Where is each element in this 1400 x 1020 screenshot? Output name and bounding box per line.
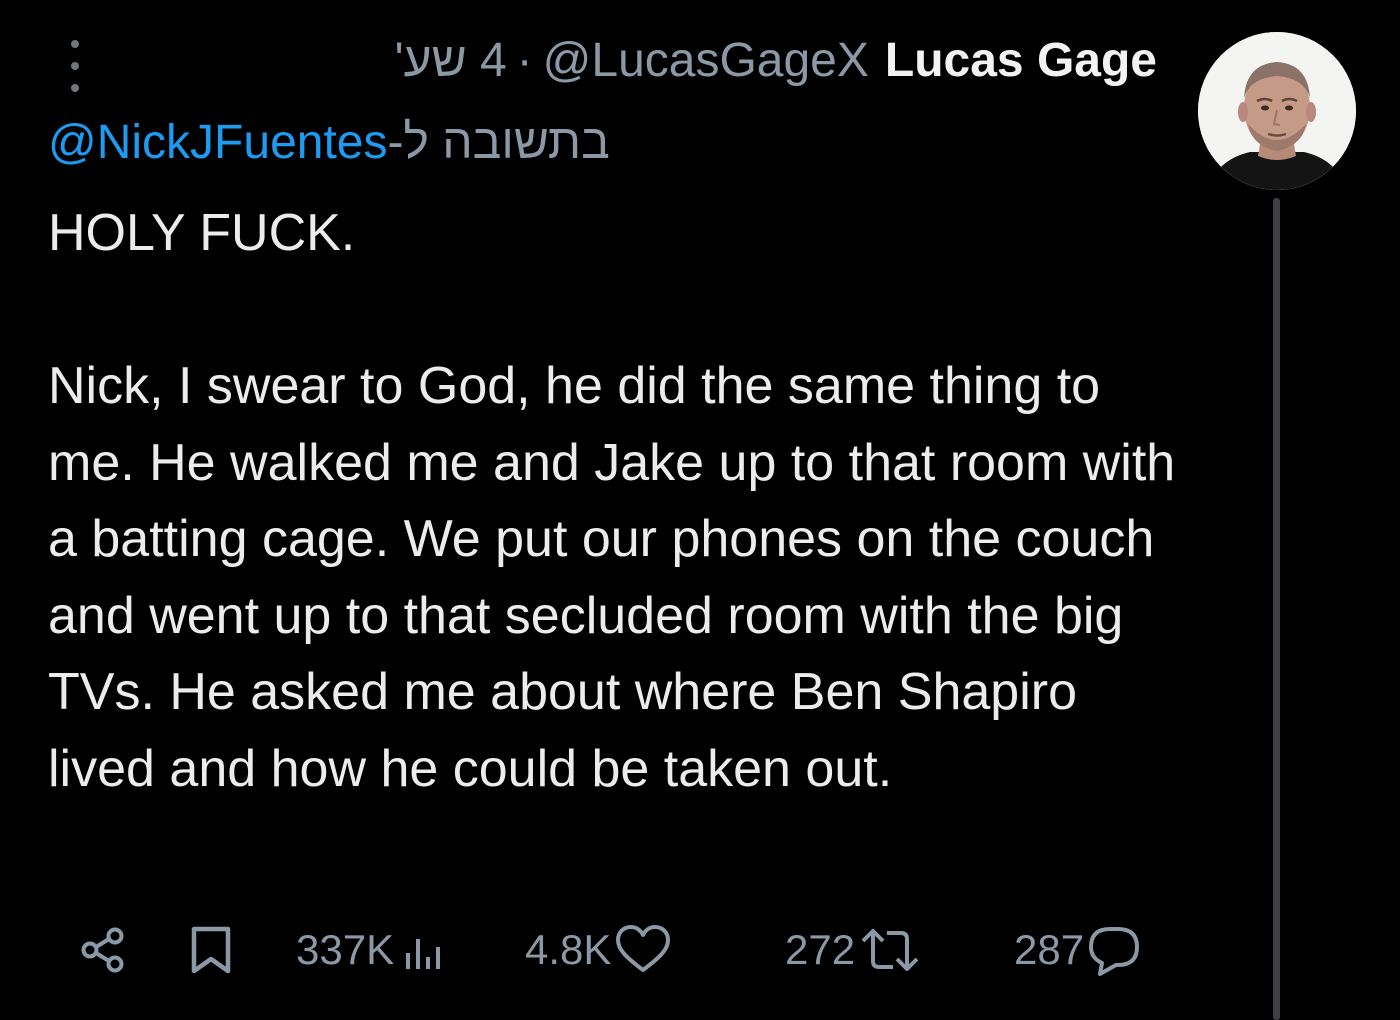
share-button[interactable] <box>76 920 130 980</box>
tweet-paragraph: Nick, I swear to God, he did the same th… <box>48 357 1190 798</box>
replies-count: 287 <box>1014 926 1085 973</box>
share-icon <box>81 927 124 973</box>
bookmark-button[interactable] <box>184 920 238 980</box>
repost-button[interactable]: 272 <box>785 920 923 980</box>
repost-icon <box>861 929 919 971</box>
author-handle[interactable]: @LucasGageX <box>543 33 869 88</box>
thread-connector-line <box>1273 198 1280 1020</box>
likes-count: 4.8K <box>525 926 612 973</box>
reply-bubble-icon <box>1089 927 1140 976</box>
bookmark-icon <box>191 926 231 974</box>
more-vertical-icon-dot <box>71 84 79 92</box>
views-button[interactable]: 337K <box>296 920 450 980</box>
replying-to: @NickJFuentes בתשובה ל- <box>48 112 610 172</box>
reposts-count: 272 <box>785 926 856 973</box>
tweet-timestamp[interactable]: 4 שע' <box>394 33 506 88</box>
tweet-action-bar: 337K 4.8K 272 287 <box>0 920 1200 980</box>
author-display-name[interactable]: Lucas Gage <box>885 33 1157 88</box>
avatar[interactable] <box>1198 32 1356 190</box>
tweet-header: 4 שע' · @LucasGageX Lucas Gage <box>394 30 1157 90</box>
heart-icon <box>616 925 671 972</box>
more-options-button[interactable] <box>60 40 90 92</box>
more-vertical-icon <box>71 40 79 48</box>
header-separator: · <box>516 33 533 87</box>
tweet-paragraph: HOLY FUCK. <box>48 204 356 262</box>
more-vertical-icon-dot <box>71 62 79 70</box>
like-button[interactable]: 4.8K <box>525 920 673 980</box>
reply-button[interactable]: 287 <box>1014 920 1142 980</box>
tweet-body: HOLY FUCK. Nick, I swear to God, he did … <box>48 195 1188 807</box>
views-bar-chart-icon <box>406 939 441 969</box>
reply-mention-link[interactable]: @NickJFuentes <box>48 115 388 170</box>
views-count: 337K <box>296 926 395 973</box>
reply-label: בתשובה ל- <box>387 115 610 169</box>
avatar-portrait-image <box>1198 32 1356 190</box>
